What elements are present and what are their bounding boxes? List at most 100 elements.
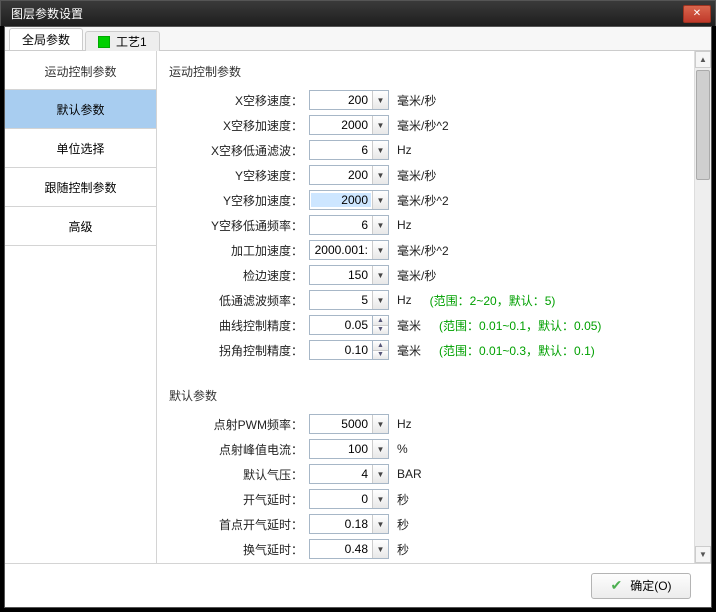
param-row: 点射峰值电流：100▼% (169, 437, 682, 461)
scrollbar[interactable]: ▲ ▼ (694, 51, 711, 563)
sidebar-item-label: 默认参数 (56, 101, 104, 118)
tab-label: 全局参数 (22, 31, 70, 48)
param-combo[interactable]: 4▼ (309, 464, 389, 484)
param-value[interactable]: 2000.001: (310, 243, 372, 257)
spin-down-icon[interactable]: ▼ (373, 326, 388, 335)
param-combo[interactable]: 0.48▼ (309, 539, 389, 559)
param-row: 首点开气延时：0.18▼ 秒 (169, 512, 682, 536)
close-button[interactable]: ✕ (683, 5, 711, 23)
param-combo[interactable]: 2000▼ (309, 115, 389, 135)
param-value[interactable]: 5 (310, 293, 372, 307)
param-hint: (范围：2~20，默认：5) (430, 292, 556, 309)
param-value[interactable]: 150 (310, 268, 372, 282)
scroll-track[interactable] (695, 68, 711, 546)
param-label: 默认气压： (169, 466, 309, 483)
chevron-down-icon[interactable]: ▼ (372, 191, 388, 209)
param-row: 默认气压：4▼BAR (169, 462, 682, 486)
param-combo[interactable]: 0▼ (309, 489, 389, 509)
chevron-down-icon[interactable]: ▼ (372, 91, 388, 109)
ok-label: 确定(O) (630, 577, 671, 594)
spin-up-icon[interactable]: ▲ (373, 316, 388, 326)
tab-global[interactable]: 全局参数 (9, 28, 83, 50)
main-panel: 运动控制参数 X空移速度：200▼毫米/秒X空移加速度：2000▼毫米/秒^2X… (157, 51, 694, 563)
param-unit: Hz (397, 417, 412, 431)
param-value[interactable]: 200 (310, 168, 372, 182)
param-row: 换气延时：0.48▼秒 (169, 537, 682, 561)
chevron-down-icon[interactable]: ▼ (372, 440, 388, 458)
param-spinner[interactable]: 0.10▲▼ (309, 340, 389, 360)
param-unit: 毫米/秒^2 (397, 192, 449, 209)
param-hint: (范围：0.01~0.3，默认：0.1) (439, 342, 595, 359)
param-combo[interactable]: 6▼ (309, 140, 389, 160)
close-icon: ✕ (693, 8, 701, 19)
param-value[interactable]: 0.05 (309, 315, 373, 335)
chevron-down-icon[interactable]: ▼ (372, 141, 388, 159)
sidebar-item-label: 单位选择 (56, 140, 104, 157)
tab-bar: 全局参数 工艺1 (5, 27, 711, 51)
spin-up-icon[interactable]: ▲ (373, 341, 388, 351)
param-value[interactable]: 6 (310, 218, 372, 232)
param-hint: (范围：0.01~0.1，默认：0.05) (439, 317, 601, 334)
param-unit: 秒 (397, 516, 409, 533)
sidebar-item[interactable]: 单位选择 (5, 128, 156, 168)
param-value[interactable]: 4 (310, 467, 372, 481)
chevron-down-icon[interactable]: ▼ (372, 266, 388, 284)
param-value[interactable]: 0.48 (310, 542, 372, 556)
sidebar: 运动控制参数 默认参数单位选择跟随控制参数高级 (5, 51, 157, 563)
chevron-down-icon[interactable]: ▼ (372, 166, 388, 184)
param-label: 点射峰值电流： (169, 441, 309, 458)
sidebar-item[interactable]: 默认参数 (5, 89, 156, 129)
chevron-down-icon[interactable]: ▼ (372, 465, 388, 483)
param-value[interactable]: 6 (310, 143, 372, 157)
param-combo[interactable]: 2000▼ (309, 190, 389, 210)
chevron-down-icon[interactable]: ▼ (372, 540, 388, 558)
param-label: Y空移速度： (169, 167, 309, 184)
param-combo[interactable]: 200▼ (309, 165, 389, 185)
param-combo[interactable]: 100▼ (309, 439, 389, 459)
param-combo[interactable]: 2000.001:▼ (309, 240, 389, 260)
param-unit: Hz (397, 218, 412, 232)
param-label: 首点开气延时： (169, 516, 309, 533)
param-value[interactable]: 2000 (311, 193, 371, 207)
param-spinner[interactable]: 0.05▲▼ (309, 315, 389, 335)
sidebar-item[interactable]: 跟随控制参数 (5, 167, 156, 207)
param-row: Y空移加速度：2000▼毫米/秒^2 (169, 188, 682, 212)
chevron-down-icon[interactable]: ▼ (372, 116, 388, 134)
chevron-down-icon[interactable]: ▼ (372, 490, 388, 508)
param-unit: 毫米/秒 (397, 167, 436, 184)
param-value[interactable]: 0 (310, 492, 372, 506)
spin-down-icon[interactable]: ▼ (373, 351, 388, 360)
scroll-thumb[interactable] (696, 70, 710, 180)
param-label: 检边速度： (169, 267, 309, 284)
param-value[interactable]: 2000 (310, 118, 372, 132)
chevron-down-icon[interactable]: ▼ (372, 515, 388, 533)
chevron-down-icon[interactable]: ▼ (372, 415, 388, 433)
param-value[interactable]: 100 (310, 442, 372, 456)
param-unit: 毫米/秒^2 (397, 242, 449, 259)
param-combo[interactable]: 200▼ (309, 90, 389, 110)
chevron-down-icon[interactable]: ▼ (372, 241, 388, 259)
param-label: 开气延时： (169, 491, 309, 508)
param-combo[interactable]: 150▼ (309, 265, 389, 285)
section-defaults-title: 默认参数 (169, 387, 682, 404)
param-value[interactable]: 200 (310, 93, 372, 107)
chevron-down-icon[interactable]: ▼ (372, 291, 388, 309)
param-label: 低通滤波频率： (169, 292, 309, 309)
param-row: 曲线控制精度：0.05▲▼毫米(范围：0.01~0.1，默认：0.05) (169, 313, 682, 337)
param-combo[interactable]: 5000▼ (309, 414, 389, 434)
chevron-down-icon[interactable]: ▼ (372, 216, 388, 234)
param-label: 加工加速度： (169, 242, 309, 259)
sidebar-item[interactable]: 高级 (5, 206, 156, 246)
scroll-down-icon[interactable]: ▼ (695, 546, 711, 563)
tab-process1[interactable]: 工艺1 (85, 31, 160, 51)
param-value[interactable]: 0.18 (310, 517, 372, 531)
param-value[interactable]: 5000 (310, 417, 372, 431)
param-combo[interactable]: 5▼ (309, 290, 389, 310)
scroll-up-icon[interactable]: ▲ (695, 51, 711, 68)
param-value[interactable]: 0.10 (309, 340, 373, 360)
param-unit: 秒 (397, 491, 409, 508)
param-unit: 毫米 (397, 342, 421, 359)
ok-button[interactable]: ✔ 确定(O) (591, 573, 691, 599)
param-combo[interactable]: 0.18▼ (309, 514, 389, 534)
param-combo[interactable]: 6▼ (309, 215, 389, 235)
